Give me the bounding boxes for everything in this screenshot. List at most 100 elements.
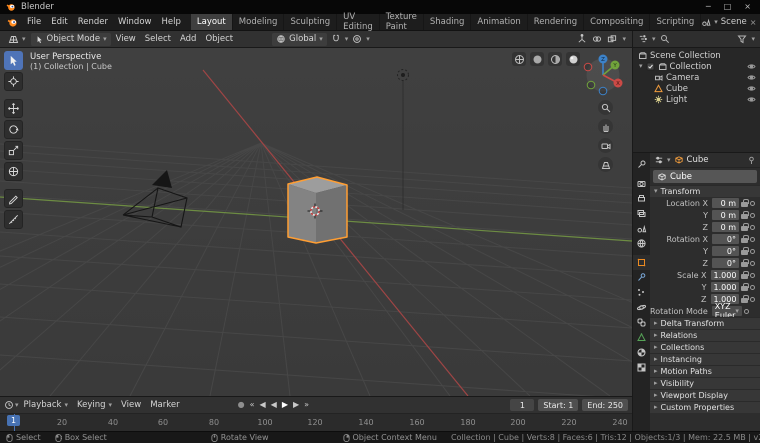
snap-toggle[interactable] bbox=[331, 34, 341, 44]
gizmo-y-neg-axis[interactable] bbox=[586, 80, 596, 90]
pan-button[interactable] bbox=[598, 119, 613, 134]
frame-end-field[interactable]: End: 250 bbox=[582, 399, 628, 411]
scene-dropdown-icon[interactable]: ▾ bbox=[714, 18, 718, 26]
object-name-field[interactable]: Cube bbox=[653, 170, 757, 183]
pin-icon[interactable] bbox=[747, 156, 756, 165]
jump-start-button[interactable]: « bbox=[249, 401, 256, 409]
lock-icon[interactable] bbox=[741, 259, 749, 267]
animate-dot-icon[interactable] bbox=[750, 200, 755, 206]
lock-icon[interactable] bbox=[741, 271, 749, 279]
section-viewport-display[interactable]: ▸ Viewport Display bbox=[650, 389, 760, 401]
section-instancing[interactable]: ▸ Instancing bbox=[650, 353, 760, 365]
lock-icon[interactable] bbox=[741, 223, 749, 231]
workspace-tab-sculpting[interactable]: Sculpting bbox=[284, 14, 338, 30]
scene-canvas[interactable] bbox=[0, 48, 632, 396]
outliner-row-camera[interactable]: Camera bbox=[633, 72, 760, 83]
animate-dot-icon[interactable] bbox=[750, 212, 755, 218]
timeline-ruler[interactable]: 20 40 60 80 100 120 140 160 180 200 220 … bbox=[0, 413, 632, 432]
filter-button[interactable] bbox=[737, 34, 748, 44]
cube-right-face[interactable] bbox=[316, 185, 347, 243]
next-keyframe-button[interactable]: ▶ bbox=[292, 401, 300, 409]
lock-icon[interactable] bbox=[741, 235, 749, 243]
menu-edit[interactable]: Edit bbox=[46, 17, 72, 27]
show-gizmo-toggle[interactable] bbox=[577, 34, 587, 44]
menu-3d-select[interactable]: Select bbox=[141, 34, 175, 44]
workspace-tab-shading[interactable]: Shading bbox=[424, 14, 472, 30]
timeline-type-dropdown-icon[interactable]: ▾ bbox=[15, 401, 19, 409]
outliner-panel[interactable]: Scene Collection ▾ Collection Camera Cub… bbox=[632, 48, 760, 152]
camera-view-button[interactable] bbox=[598, 138, 613, 153]
workspace-tab-texture-paint[interactable]: Texture Paint bbox=[380, 12, 424, 32]
prev-keyframe-button[interactable]: ◀ bbox=[259, 401, 267, 409]
editor-type-button[interactable]: ▾ bbox=[4, 34, 30, 45]
section-custom-properties[interactable]: ▸ Custom Properties bbox=[650, 401, 760, 413]
workspace-tab-modeling[interactable]: Modeling bbox=[233, 14, 285, 30]
play-reverse-button[interactable]: ◀ bbox=[270, 401, 278, 409]
outliner-row-collection[interactable]: ▾ Collection bbox=[633, 61, 760, 72]
tab-tool[interactable] bbox=[633, 157, 650, 172]
scale-y-field[interactable]: 1.000 bbox=[710, 282, 740, 292]
frame-start-field[interactable]: Start: 1 bbox=[538, 399, 579, 411]
shading-solid-button[interactable] bbox=[530, 52, 544, 66]
disclosure-icon[interactable]: ▾ bbox=[639, 63, 643, 70]
play-button[interactable]: ▶ bbox=[281, 401, 289, 409]
workspace-tab-scripting[interactable]: Scripting bbox=[650, 14, 702, 30]
tab-object-data[interactable] bbox=[633, 330, 650, 345]
menu-file[interactable]: File bbox=[22, 17, 46, 27]
perspective-toggle-button[interactable] bbox=[598, 157, 613, 172]
menu-keying[interactable]: Keying ▾ bbox=[73, 400, 116, 410]
lock-icon[interactable] bbox=[741, 295, 749, 303]
menu-3d-add[interactable]: Add bbox=[176, 34, 200, 44]
properties-type-dropdown-icon[interactable]: ▾ bbox=[667, 156, 671, 164]
lock-icon[interactable] bbox=[741, 247, 749, 255]
animate-dot-icon[interactable] bbox=[750, 248, 755, 254]
workspace-tab-animation[interactable]: Animation bbox=[471, 14, 528, 30]
animate-dot-icon[interactable] bbox=[750, 284, 756, 290]
light-object[interactable] bbox=[397, 69, 409, 211]
viewport-3d[interactable]: User Perspective (1) Collection | Cube Z… bbox=[0, 48, 632, 396]
menu-window[interactable]: Window bbox=[113, 17, 157, 27]
search-icon[interactable] bbox=[660, 34, 670, 44]
lock-icon[interactable] bbox=[741, 199, 749, 207]
navigation-gizmo[interactable]: Z Y X bbox=[581, 51, 625, 97]
menu-timeline-view[interactable]: View bbox=[117, 400, 145, 410]
gizmo-z-neg-axis[interactable] bbox=[598, 86, 608, 96]
visibility-eye-icon[interactable] bbox=[747, 84, 756, 93]
shading-material-button[interactable] bbox=[548, 52, 562, 66]
tab-view-layer[interactable] bbox=[633, 206, 650, 221]
timeline-editor-icon[interactable] bbox=[4, 400, 14, 410]
current-frame-field[interactable]: 1 bbox=[510, 399, 535, 411]
tab-render[interactable] bbox=[633, 176, 650, 191]
menu-render[interactable]: Render bbox=[73, 17, 113, 27]
auto-key-toggle[interactable]: ● bbox=[237, 401, 246, 409]
playhead-badge[interactable]: 1 bbox=[7, 415, 21, 426]
lock-icon[interactable] bbox=[741, 283, 749, 291]
show-overlays-toggle[interactable] bbox=[592, 34, 602, 44]
transform-section-header[interactable]: ▾ Transform bbox=[650, 185, 760, 197]
shading-wireframe-button[interactable] bbox=[512, 52, 526, 66]
scale-tool[interactable] bbox=[4, 141, 23, 160]
cube-object[interactable] bbox=[287, 176, 348, 244]
visibility-eye-icon[interactable] bbox=[747, 62, 756, 71]
proportional-editing-toggle[interactable] bbox=[352, 34, 362, 44]
shading-dropdown-icon[interactable]: ▾ bbox=[622, 35, 626, 43]
rotation-z-field[interactable]: 0° bbox=[712, 258, 739, 268]
visibility-eye-icon[interactable] bbox=[747, 73, 756, 82]
workspace-tab-layout[interactable]: Layout bbox=[190, 14, 233, 30]
visibility-eye-icon[interactable] bbox=[747, 95, 756, 104]
animate-dot-icon[interactable] bbox=[750, 236, 755, 242]
tab-material[interactable] bbox=[633, 345, 650, 360]
tab-world[interactable] bbox=[633, 236, 650, 251]
section-collections[interactable]: ▸ Collections bbox=[650, 341, 760, 353]
menu-marker[interactable]: Marker bbox=[146, 400, 183, 410]
menu-3d-view[interactable]: View bbox=[112, 34, 140, 44]
outliner-type-dropdown-icon[interactable]: ▾ bbox=[652, 35, 656, 43]
tab-particles[interactable] bbox=[633, 285, 650, 300]
select-box-tool[interactable] bbox=[4, 51, 23, 70]
shading-rendered-button[interactable] bbox=[566, 52, 580, 66]
menu-3d-object[interactable]: Object bbox=[201, 34, 237, 44]
scene-unlink-button[interactable]: × bbox=[750, 18, 757, 27]
outliner-row-light[interactable]: Light bbox=[633, 94, 760, 105]
rotation-x-field[interactable]: 0° bbox=[712, 234, 739, 244]
rotation-mode-dropdown[interactable]: XYZ Euler ▾ bbox=[711, 302, 742, 320]
